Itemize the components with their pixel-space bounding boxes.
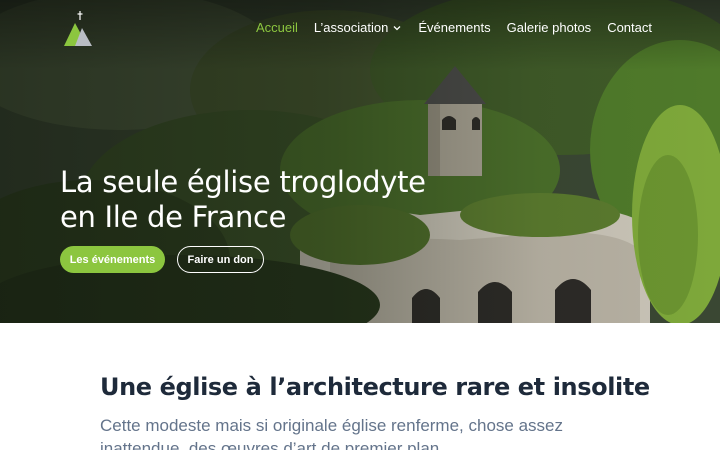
nav-item-accueil[interactable]: Accueil — [256, 20, 298, 35]
nav-item-contact[interactable]: Contact — [607, 20, 652, 35]
church-mountain-logo-icon[interactable] — [63, 11, 93, 47]
nav-item-association[interactable]: L’association — [314, 20, 402, 35]
hero-title-line-2: en Ile de France — [60, 200, 287, 234]
hero-banner: Accueil L’association Événements Galerie… — [0, 0, 720, 323]
nav-item-evenements[interactable]: Événements — [418, 20, 490, 35]
donate-button[interactable]: Faire un don — [177, 246, 264, 273]
chevron-down-icon — [393, 25, 401, 30]
events-button[interactable]: Les événements — [60, 246, 165, 273]
header-overlay — [0, 0, 720, 70]
intro-title: Une église à l’architecture rare et inso… — [100, 373, 650, 401]
hero-title-line-1: La seule église troglodyte — [60, 165, 426, 199]
nav-label: L’association — [313, 20, 389, 35]
hero-title: La seule église troglodyte en Ile de Fra… — [60, 165, 480, 235]
nav-label: Galerie photos — [506, 20, 592, 35]
intro-section: Une église à l’architecture rare et inso… — [0, 323, 720, 450]
nav-label: Événements — [418, 20, 491, 35]
nav-item-galerie-photos[interactable]: Galerie photos — [507, 20, 592, 35]
nav-label: Accueil — [255, 20, 298, 35]
intro-text: Cette modeste mais si originale église r… — [100, 416, 563, 450]
nav-label: Contact — [607, 20, 652, 35]
main-navigation: Accueil L’association Événements Galerie… — [240, 20, 652, 35]
